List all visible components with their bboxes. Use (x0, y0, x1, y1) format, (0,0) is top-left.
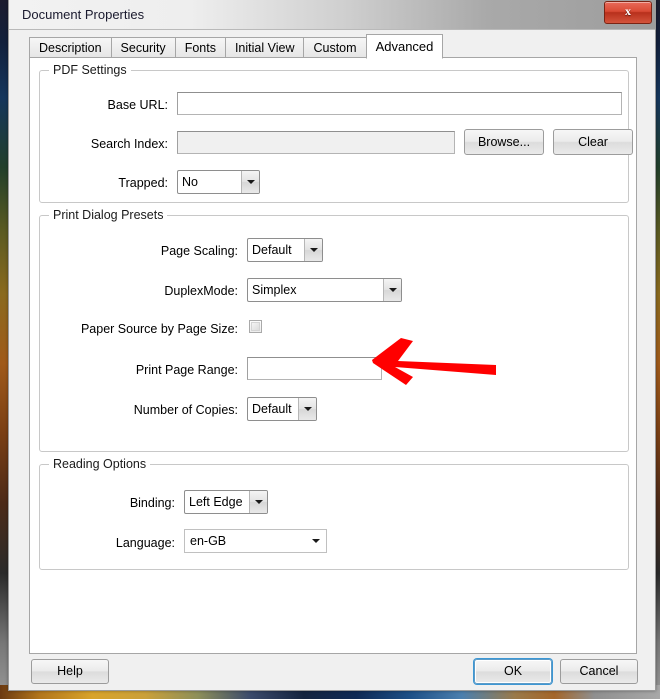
tab-strip: Description Security Fonts Initial View … (29, 34, 444, 59)
browse-button[interactable]: Browse... (464, 129, 544, 155)
close-button[interactable]: x (604, 1, 652, 24)
tab-description[interactable]: Description (29, 37, 111, 58)
search-index-input[interactable] (177, 131, 455, 154)
search-index-label: Search Index: (90, 137, 168, 151)
chevron-down-icon[interactable] (298, 398, 316, 420)
close-icon: x (625, 4, 631, 18)
chevron-down-icon[interactable] (304, 239, 322, 261)
reading-options-group: Reading Options Binding: Left Edge Langu… (39, 457, 629, 570)
binding-label: Binding: (129, 496, 175, 510)
chevron-down-icon[interactable] (241, 171, 259, 193)
window-title: Document Properties (22, 7, 145, 22)
print-page-range-label: Print Page Range: (135, 363, 238, 377)
language-label: Language: (115, 536, 175, 550)
number-of-copies-label: Number of Copies: (133, 403, 238, 417)
tab-custom[interactable]: Custom (303, 37, 366, 58)
clear-button[interactable]: Clear (553, 129, 633, 155)
duplex-mode-label: DuplexMode: (164, 284, 238, 298)
document-properties-dialog: Document Properties x Description Securi… (8, 0, 656, 691)
title-bar[interactable]: Document Properties x (9, 0, 655, 30)
binding-value: Left Edge (189, 495, 243, 509)
number-of-copies-select[interactable]: Default (247, 397, 317, 421)
chevron-down-icon[interactable] (308, 530, 324, 552)
chevron-down-icon[interactable] (249, 491, 267, 513)
tab-initial-view[interactable]: Initial View (224, 37, 304, 58)
page-scaling-value: Default (252, 243, 292, 257)
page-scaling-label: Page Scaling: (160, 244, 238, 258)
pdf-settings-group: PDF Settings Base URL: Search Index: Bro… (39, 63, 633, 203)
page-scaling-select[interactable]: Default (247, 238, 323, 262)
pdf-settings-title: PDF Settings (49, 63, 131, 77)
print-page-range-input[interactable] (247, 357, 382, 380)
paper-source-checkbox[interactable] (249, 320, 262, 333)
base-url-input[interactable] (177, 92, 622, 115)
trapped-select[interactable]: No (177, 170, 260, 194)
binding-select[interactable]: Left Edge (184, 490, 268, 514)
chevron-down-icon[interactable] (383, 279, 401, 301)
duplex-mode-value: Simplex (252, 283, 297, 297)
advanced-tab-panel: PDF Settings Base URL: Search Index: Bro… (29, 57, 637, 654)
tab-security[interactable]: Security (110, 37, 175, 58)
language-select[interactable]: en-GB (184, 529, 327, 553)
help-button[interactable]: Help (31, 659, 109, 684)
number-of-copies-value: Default (252, 402, 292, 416)
paper-source-label: Paper Source by Page Size: (80, 322, 238, 336)
trapped-label: Trapped: (118, 176, 168, 190)
duplex-mode-select[interactable]: Simplex (247, 278, 402, 302)
reading-options-title: Reading Options (49, 457, 151, 471)
tab-fonts[interactable]: Fonts (174, 37, 225, 58)
print-dialog-presets-group: Print Dialog Presets Page Scaling: Defau… (39, 208, 629, 452)
trapped-value: No (182, 175, 198, 189)
cancel-button[interactable]: Cancel (560, 659, 638, 684)
print-dialog-presets-title: Print Dialog Presets (49, 208, 168, 222)
base-url-label: Base URL: (107, 98, 168, 112)
language-value: en-GB (190, 534, 227, 548)
tab-advanced[interactable]: Advanced (365, 34, 444, 59)
ok-button[interactable]: OK (474, 659, 552, 684)
